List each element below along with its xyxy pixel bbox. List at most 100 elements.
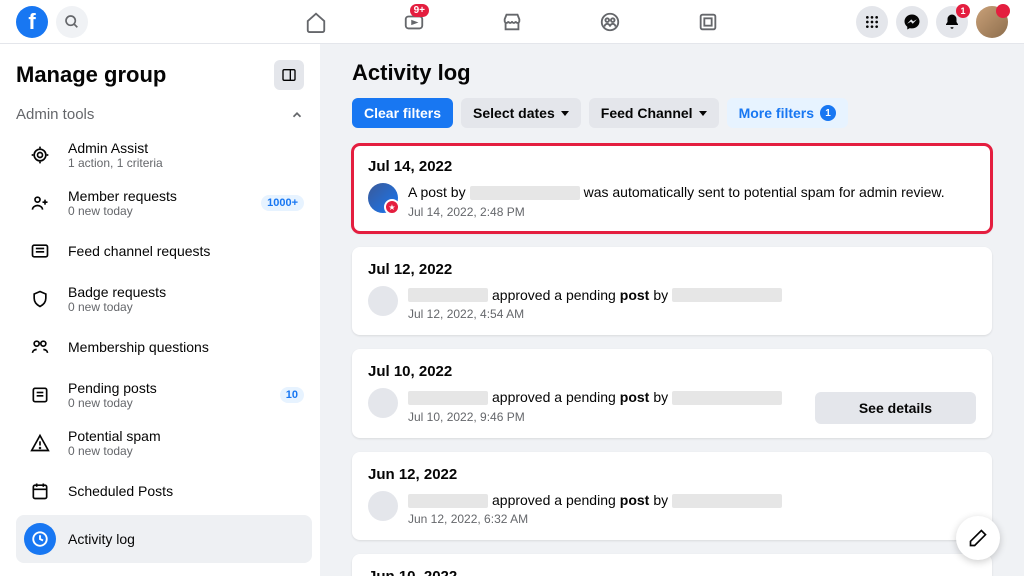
sidebar-title: Manage group [16, 62, 166, 88]
messenger-icon [903, 13, 921, 31]
activity-avatar-user [368, 286, 398, 316]
admin-assist-icon [24, 139, 56, 171]
activity-bold: post [620, 491, 650, 511]
activity-suffix: by [653, 491, 668, 511]
sidebar-header: Manage group [16, 56, 312, 98]
top-nav: f 9+ 1 [0, 0, 1024, 44]
more-filters-label: More filters [739, 105, 814, 121]
activity-card: Jul 14, 2022 ★ A post by was automatical… [352, 144, 992, 233]
activity-time: Jul 12, 2022, 4:54 AM [408, 307, 976, 321]
sidebar-item-sublabel: 0 new today [68, 300, 304, 314]
sidebar-item-admin-assist[interactable]: Admin Assist1 action, 1 criteria [16, 131, 312, 179]
facebook-logo[interactable]: f [16, 6, 48, 38]
feed-channel-button[interactable]: Feed Channel [589, 98, 719, 128]
groups-icon [599, 11, 621, 33]
sidebar: Manage group Admin tools Admin Assist1 a… [0, 44, 320, 576]
content: Activity log Clear filters Select dates … [320, 44, 1024, 576]
sidebar-item-feed-channel-requests[interactable]: Feed channel requests [16, 227, 312, 275]
activity-time: Jun 12, 2022, 6:32 AM [408, 512, 976, 526]
activity-card: Jul 12, 2022 approved a pending post by … [352, 247, 992, 336]
sidebar-item-label: Badge requests [68, 284, 304, 300]
sidebar-item-label: Activity log [68, 531, 304, 547]
marketplace-icon [501, 11, 523, 33]
activity-mid: approved a pending [492, 388, 616, 408]
activity-suffix: by [653, 286, 668, 306]
redacted-name [408, 288, 488, 302]
sidebar-item-label: Membership questions [68, 339, 304, 355]
potential-spam-icon [24, 427, 56, 459]
search-icon [64, 14, 80, 30]
feed-channel-label: Feed Channel [601, 105, 693, 121]
sidebar-item-label: Pending posts [68, 380, 268, 396]
sidebar-item-badge-requests[interactable]: Badge requests0 new today [16, 275, 312, 323]
activity-card: Jun 10, 2022 [352, 554, 992, 576]
activity-text: approved a pending post by [408, 286, 976, 306]
sidebar-badge: 10 [280, 387, 304, 403]
chevron-up-icon [290, 108, 304, 122]
compose-icon [968, 528, 988, 548]
clear-filters-button[interactable]: Clear filters [352, 98, 453, 128]
activity-avatar-user [368, 491, 398, 521]
redacted-name [470, 186, 580, 200]
nav-watch[interactable]: 9+ [369, 0, 459, 44]
feeds-icon [697, 11, 719, 33]
feed-channel-icon [24, 235, 56, 267]
sidebar-item-label: Admin Assist [68, 140, 304, 156]
nav-messenger[interactable] [896, 6, 928, 38]
activity-suffix: by [653, 388, 668, 408]
caret-down-icon [699, 111, 707, 116]
compose-fab[interactable] [956, 516, 1000, 560]
sidebar-panel-toggle[interactable] [274, 60, 304, 90]
nav-notifications[interactable]: 1 [936, 6, 968, 38]
redacted-name [672, 288, 782, 302]
nav-feeds[interactable] [663, 0, 753, 44]
activity-avatar-user [368, 388, 398, 418]
redacted-name [672, 391, 782, 405]
nav-profile-avatar[interactable] [976, 6, 1008, 38]
search-button[interactable] [56, 6, 88, 38]
badge-requests-icon [24, 283, 56, 315]
activity-text: A post by was automatically sent to pote… [408, 183, 976, 203]
activity-row: ★ A post by was automatically sent to po… [368, 183, 976, 219]
scheduled-posts-icon [24, 475, 56, 507]
sidebar-section-admin-tools[interactable]: Admin tools [16, 98, 312, 131]
activity-date: Jun 10, 2022 [368, 568, 976, 576]
sidebar-item-scheduled-posts[interactable]: Scheduled Posts [16, 467, 312, 515]
sidebar-item-label: Member requests [68, 188, 249, 204]
profile-badge [996, 4, 1010, 18]
nav-center: 9+ [271, 0, 753, 44]
nav-left: f [16, 6, 88, 38]
page-title: Activity log [352, 60, 992, 86]
sidebar-item-sublabel: 1 action, 1 criteria [68, 156, 304, 170]
nav-home[interactable] [271, 0, 361, 44]
activity-log-icon [24, 523, 56, 555]
sidebar-section-label: Admin tools [16, 106, 94, 123]
activity-suffix: was automatically sent to potential spam… [584, 183, 945, 203]
sidebar-item-pending-posts[interactable]: Pending posts0 new today 10 [16, 371, 312, 419]
sidebar-item-label: Scheduled Posts [68, 483, 304, 499]
sidebar-item-activity-log[interactable]: Activity log [16, 515, 312, 563]
activity-mid: approved a pending [492, 491, 616, 511]
notification-badge: 1 [956, 4, 970, 18]
caret-down-icon [561, 111, 569, 116]
nav-menu[interactable] [856, 6, 888, 38]
nav-groups[interactable] [565, 0, 655, 44]
nav-marketplace[interactable] [467, 0, 557, 44]
menu-grid-icon [864, 14, 880, 30]
filter-row: Clear filters Select dates Feed Channel … [352, 98, 992, 128]
main: Manage group Admin tools Admin Assist1 a… [0, 44, 1024, 576]
more-filters-button[interactable]: More filters1 [727, 98, 848, 128]
nav-right: 1 [856, 6, 1008, 38]
activity-row: approved a pending post by Jun 12, 2022,… [368, 491, 976, 527]
sidebar-item-membership-questions[interactable]: Membership questions [16, 323, 312, 371]
group-rules-icon [24, 571, 56, 576]
sidebar-item-group-rules[interactable]: Group rules [16, 563, 312, 576]
sidebar-item-label: Feed channel requests [68, 243, 304, 259]
sidebar-item-potential-spam[interactable]: Potential spam0 new today [16, 419, 312, 467]
activity-text: approved a pending post by [408, 491, 976, 511]
see-details-button[interactable]: See details [815, 392, 976, 424]
activity-time: Jul 14, 2022, 2:48 PM [408, 205, 976, 219]
select-dates-button[interactable]: Select dates [461, 98, 581, 128]
activity-bold: post [620, 286, 650, 306]
sidebar-item-member-requests[interactable]: Member requests0 new today 1000+ [16, 179, 312, 227]
